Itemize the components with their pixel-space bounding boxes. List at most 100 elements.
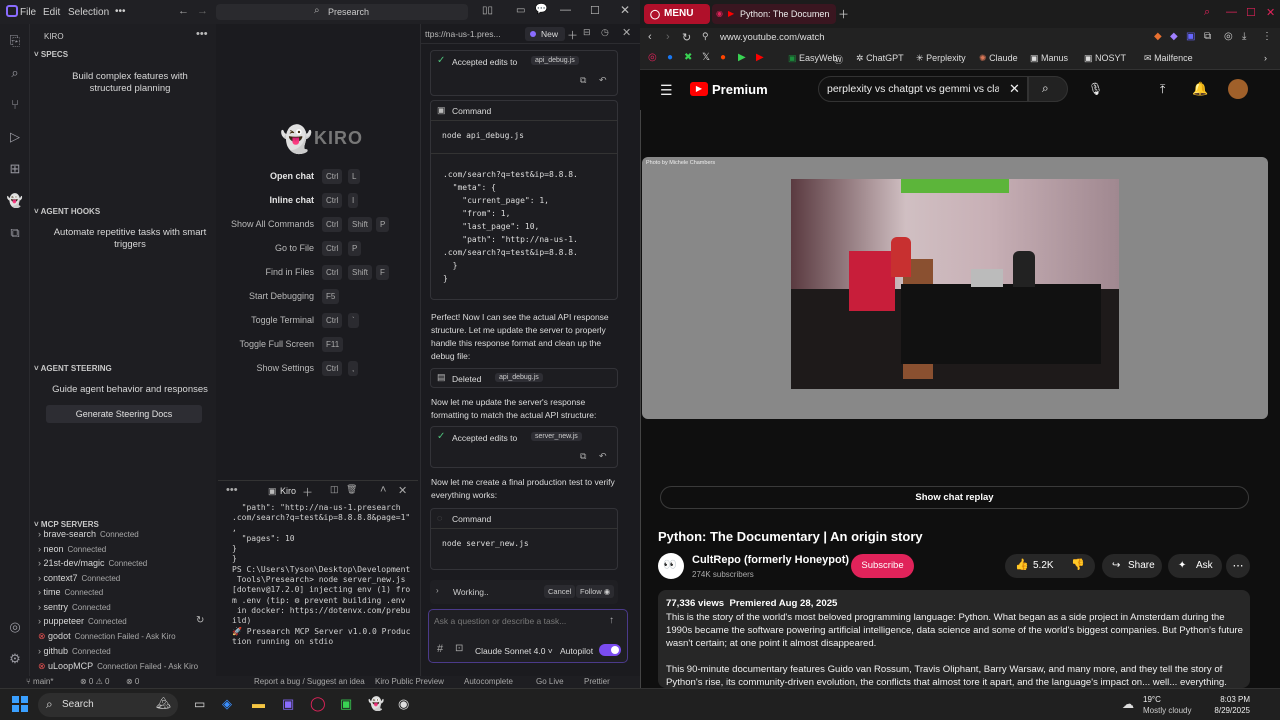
shortcut-row[interactable]: Show All Commands Ctrl Shift P xyxy=(218,217,418,233)
branch-indicator[interactable]: ⑂ main* xyxy=(26,677,53,686)
mcp-server-item[interactable]: › neon Connected xyxy=(38,544,106,554)
bookmark-wordpress-icon[interactable]: Ⓦ xyxy=(834,53,843,66)
youtube-premium-logo[interactable]: Premium xyxy=(712,82,768,97)
extensions-icon[interactable]: ⊞ xyxy=(6,160,24,178)
mcp-server-item[interactable]: › puppeteer Connected xyxy=(38,616,127,626)
hooks-header[interactable]: ˅ AGENT HOOKS xyxy=(34,207,100,216)
command-center[interactable]: ⌕ Presearch xyxy=(216,4,468,20)
windows-start-icon[interactable] xyxy=(12,696,28,712)
site-info-icon[interactable]: ⚲ xyxy=(702,31,709,42)
chat-input-box[interactable]: Ask a question or describe a task... ↑ #… xyxy=(428,609,628,663)
chat-tab-new[interactable]: New xyxy=(525,27,565,41)
close-icon[interactable]: ✕ xyxy=(1266,6,1275,19)
bookmarks-more-icon[interactable]: › xyxy=(1264,53,1267,63)
steering-header[interactable]: ˅ AGENT STEERING xyxy=(34,364,112,373)
browser-menu-icon[interactable]: ⋮ xyxy=(1262,31,1272,42)
mcp-server-item[interactable]: › context7 Connected xyxy=(38,573,120,583)
file-explorer-icon[interactable]: ▬ xyxy=(252,696,265,711)
extension-icon[interactable]: ◆ xyxy=(1154,31,1162,42)
chat-input-placeholder[interactable]: Ask a question or describe a task... xyxy=(434,616,566,626)
trash-icon[interactable]: 🗑 xyxy=(346,484,357,495)
youtube-logo-icon[interactable]: ▶ xyxy=(690,82,708,96)
account-icon[interactable]: ◎ xyxy=(6,618,24,636)
bookmark-claude[interactable]: ✺ Claude xyxy=(979,53,1018,64)
prettier-indicator[interactable]: Prettier xyxy=(584,677,610,686)
weather-desc[interactable]: Mostly cloudy xyxy=(1143,706,1191,715)
public-preview-label[interactable]: Kiro Public Preview xyxy=(375,677,444,686)
youtube-search-button[interactable]: ⌕ xyxy=(1028,76,1068,102)
tab-youtube[interactable]: ◉ ▶ Python: The Documen xyxy=(712,4,836,24)
kiro-ghost-icon[interactable]: 👻 xyxy=(6,192,24,210)
new-terminal-icon[interactable]: ＋ xyxy=(302,484,313,500)
extension-icon-3[interactable]: ▣ xyxy=(1186,31,1195,42)
hamburger-menu-icon[interactable]: ☰ xyxy=(660,82,673,99)
extensions-puzzle-icon[interactable]: ⧉ xyxy=(1204,31,1211,42)
more-actions-icon[interactable]: ⋯ xyxy=(1226,554,1250,578)
mcp-server-item[interactable]: ⊗ godot Connection Failed - Ask Kiro xyxy=(38,631,176,642)
share-button[interactable]: ↪ Share xyxy=(1102,554,1162,578)
deleted-file-chip[interactable]: api_debug.js xyxy=(495,373,543,382)
settings-gear-icon[interactable]: ⚙ xyxy=(6,650,24,668)
shortcut-row[interactable]: Show Settings Ctrl, xyxy=(218,361,418,377)
voice-search-icon[interactable]: 🎙 xyxy=(1088,82,1103,96)
mcp-server-item[interactable]: › github Connected xyxy=(38,646,111,656)
clock-time[interactable]: 8:03 PM xyxy=(1210,695,1250,704)
image-icon[interactable]: ⊡ xyxy=(455,643,463,654)
terminal-more-icon[interactable]: ••• xyxy=(226,484,238,496)
copilot-icon[interactable]: ◈ xyxy=(222,696,232,712)
source-control-icon[interactable]: ⑂ xyxy=(6,96,24,114)
shortcut-row[interactable]: Open chat Ctrl L xyxy=(218,169,418,185)
github-icon[interactable]: ◉ xyxy=(398,696,409,712)
bookmark-youtube-icon[interactable]: ▶ xyxy=(756,52,764,63)
shortcut-row[interactable]: Start Debugging F5 xyxy=(218,289,418,305)
layout-icon[interactable]: ▯▯ xyxy=(482,5,493,16)
search-icon[interactable]: ⌕ xyxy=(6,64,24,82)
maximize-panel-icon[interactable]: ˄ xyxy=(380,484,386,496)
bookmark-x-icon[interactable]: 𝕏 xyxy=(702,52,710,63)
bookmark-manus[interactable]: ▣ Manus xyxy=(1030,53,1068,64)
file-chip[interactable]: api_debug.js xyxy=(531,56,579,65)
address-input[interactable]: www.youtube.com/watch xyxy=(720,32,825,43)
dislike-icon[interactable]: 👎 xyxy=(1071,558,1085,571)
close-panel-icon[interactable]: ✕ xyxy=(398,484,407,497)
clear-search-icon[interactable]: ✕ xyxy=(1009,81,1020,97)
forward-icon[interactable]: › xyxy=(666,31,670,43)
ports-indicator[interactable]: ⊗ 0 xyxy=(126,677,139,686)
file-chip[interactable]: server_new.js xyxy=(531,432,582,441)
mcp-server-item[interactable]: › sentry Connected xyxy=(38,602,111,612)
undo-icon[interactable]: ↶ xyxy=(599,451,607,462)
opera-gx-icon[interactable]: ◯ xyxy=(310,695,326,712)
weather-cloud-icon[interactable]: ☁ xyxy=(1122,697,1134,711)
go-live-button[interactable]: Go Live xyxy=(536,677,564,686)
bookmark-facebook-icon[interactable]: ● xyxy=(667,52,673,63)
bookmark-play-icon[interactable]: ▶ xyxy=(738,52,746,63)
view-diff-icon[interactable]: ⧉ xyxy=(580,75,586,86)
maximize-icon[interactable]: ☐ xyxy=(1246,6,1256,19)
terminal-app-icon[interactable]: ▣ xyxy=(340,696,352,712)
extension-icon-2[interactable]: ◆ xyxy=(1170,31,1178,42)
taskbar-search[interactable]: ⌕ Search 🏔 xyxy=(38,693,178,717)
subscribe-button[interactable]: Subscribe xyxy=(851,554,914,578)
download-icon[interactable]: ⤓ xyxy=(1242,31,1246,42)
history-icon[interactable]: ⊟ xyxy=(583,27,591,38)
channel-name[interactable]: CultRepo (formerly Honeypot) xyxy=(692,554,849,566)
clock-icon[interactable]: ◷ xyxy=(601,27,609,38)
bookmark-instagram-icon[interactable]: ◎ xyxy=(648,52,657,63)
minimize-icon[interactable]: — xyxy=(1226,6,1237,18)
maximize-icon[interactable]: ☐ xyxy=(590,4,600,17)
weather-temp[interactable]: 19°C xyxy=(1143,695,1161,704)
new-tab-icon[interactable]: ＋ xyxy=(838,6,849,22)
bookmark-k-icon[interactable]: ✖ xyxy=(684,52,692,63)
profile-icon[interactable]: ◎ xyxy=(1224,31,1233,42)
mcp-server-item[interactable]: ⊗ uLoopMCP Connection Failed - Ask Kiro xyxy=(38,661,198,672)
task-view-icon[interactable]: ▭ xyxy=(194,697,205,711)
menu-selection[interactable]: Selection xyxy=(68,7,109,18)
bookmark-perplexity[interactable]: ✳ Perplexity xyxy=(916,53,966,64)
autocomplete-toggle[interactable]: Autocomplete xyxy=(464,677,513,686)
panel-icon[interactable]: ▭ xyxy=(516,5,525,16)
follow-button[interactable]: Follow ◉ xyxy=(576,585,615,598)
kiro-taskbar-icon[interactable]: 👻 xyxy=(368,696,384,712)
youtube-search-input[interactable]: perplexity vs chatgpt vs gemmi vs clau ✕ xyxy=(818,76,1028,102)
run-debug-icon[interactable]: ▷ xyxy=(6,128,24,146)
bookmark-chatgpt[interactable]: ✲ ChatGPT xyxy=(856,53,904,64)
